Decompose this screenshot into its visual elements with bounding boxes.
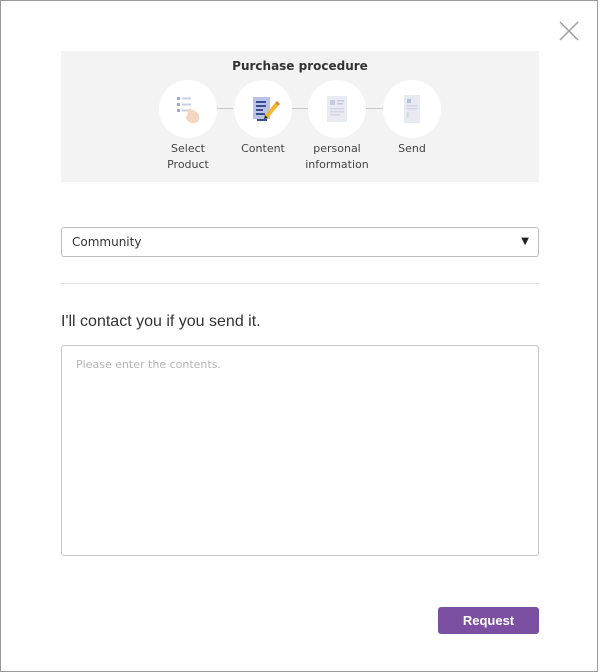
contents-textarea[interactable] [61, 345, 539, 556]
procedure-title: Purchase procedure [232, 59, 368, 73]
step-select-product: Select Product [148, 80, 228, 173]
step-send: Send [372, 80, 452, 157]
step-label: Send [398, 142, 426, 155]
close-icon [559, 21, 579, 41]
dropdown-arrow-icon: ▼ [521, 236, 529, 247]
list-hand-icon [177, 97, 200, 124]
step-circle [308, 80, 366, 138]
step-label: Select Product [167, 142, 209, 171]
contact-heading: I'll contact you if you send it. [61, 313, 261, 330]
close-button[interactable] [557, 19, 581, 43]
request-button[interactable]: Request [438, 607, 539, 634]
divider [61, 283, 539, 284]
step-content: Content [223, 80, 303, 157]
step-circle [383, 80, 441, 138]
form-document-icon [327, 96, 347, 122]
step-circle [234, 80, 292, 138]
purchase-procedure-panel: Purchase procedure Select Product Conten… [61, 51, 539, 182]
step-circle [159, 80, 217, 138]
step-label: Content [241, 142, 285, 155]
category-select-value: Community [72, 235, 142, 249]
envelope-icon [404, 95, 420, 123]
purchase-modal: Purchase procedure Select Product Conten… [0, 0, 598, 672]
document-pencil-icon [253, 97, 280, 121]
step-personal-information: personal information [297, 80, 377, 173]
step-label: personal information [305, 142, 369, 171]
category-select[interactable]: Community ▼ [61, 227, 539, 257]
